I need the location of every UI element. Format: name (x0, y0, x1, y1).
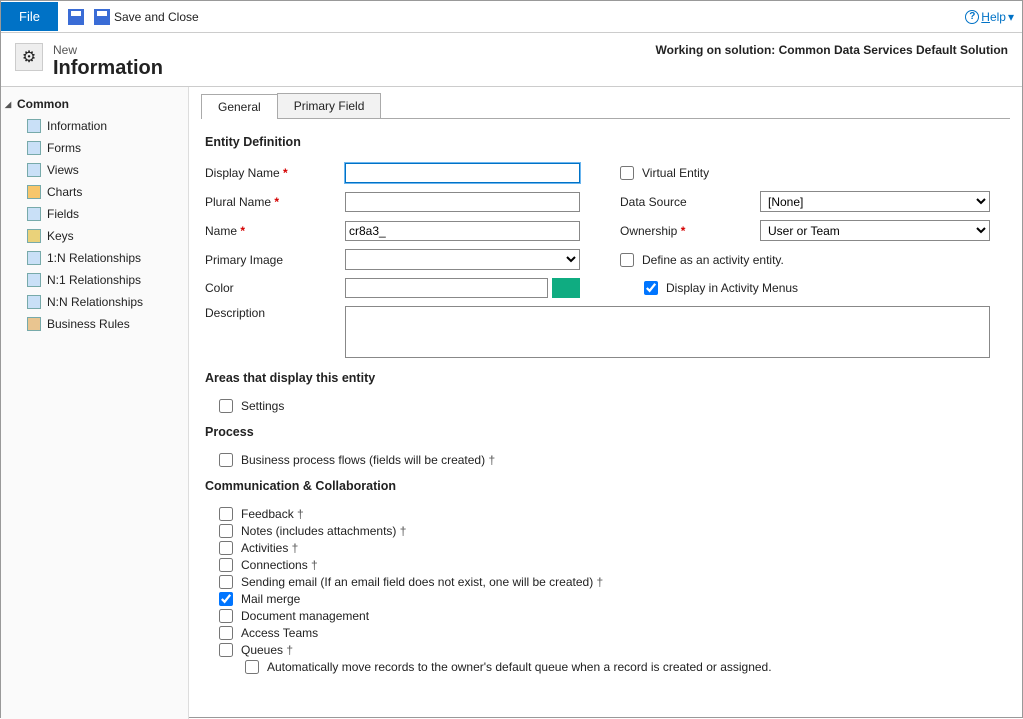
help-label: Help (981, 10, 1006, 24)
label-data-source: Data Source (620, 195, 760, 209)
content-scroll[interactable]: Entity Definition Display Name Virtual E… (189, 119, 1022, 719)
tab-general[interactable]: General (201, 94, 278, 119)
section-communication: Communication & Collaboration (205, 479, 1002, 493)
label-ownership: Ownership (620, 224, 760, 238)
section-areas: Areas that display this entity (205, 371, 1002, 385)
display-activity-menus-label: Display in Activity Menus (666, 281, 798, 295)
data-source-select[interactable]: [None] (760, 191, 990, 212)
save-close-label: Save and Close (114, 10, 199, 24)
connections-label: Connections (241, 558, 318, 572)
sidebar-item-forms[interactable]: Forms (1, 137, 188, 159)
section-entity-definition: Entity Definition (205, 135, 1002, 149)
charts-icon (27, 185, 41, 199)
label-primary-image: Primary Image (205, 253, 345, 267)
sidebar-item-keys[interactable]: Keys (1, 225, 188, 247)
access-teams-label: Access Teams (241, 626, 318, 640)
notes-label: Notes (includes attachments) (241, 524, 406, 538)
sidebar-item-nn-relationships[interactable]: N:N Relationships (1, 291, 188, 313)
file-menu[interactable]: File (1, 2, 58, 31)
color-input[interactable] (345, 278, 548, 298)
display-name-input[interactable] (345, 163, 580, 183)
queues-checkbox[interactable] (219, 643, 233, 657)
mail-merge-checkbox[interactable] (219, 592, 233, 606)
define-activity-checkbox[interactable] (620, 253, 634, 267)
settings-checkbox[interactable] (219, 399, 233, 413)
sidebar-item-views[interactable]: Views (1, 159, 188, 181)
bpf-checkbox[interactable] (219, 453, 233, 467)
feedback-checkbox[interactable] (219, 507, 233, 521)
page-title: Information (53, 57, 163, 80)
views-icon (27, 163, 41, 177)
access-teams-checkbox[interactable] (219, 626, 233, 640)
sidebar-item-1n-relationships[interactable]: 1:N Relationships (1, 247, 188, 269)
sending-email-label: Sending email (If an email field does no… (241, 575, 603, 589)
define-activity-label: Define as an activity entity. (642, 253, 784, 267)
label-description: Description (205, 306, 345, 320)
label-plural-name: Plural Name (205, 195, 345, 209)
save-button[interactable] (68, 9, 84, 25)
name-input[interactable] (345, 221, 580, 241)
tab-primary-field[interactable]: Primary Field (277, 93, 382, 118)
save-close-icon (94, 9, 110, 25)
sidebar-item-business-rules[interactable]: Business Rules (1, 313, 188, 335)
sidebar-item-information[interactable]: Information (1, 115, 188, 137)
description-textarea[interactable] (345, 306, 990, 358)
rel-1n-icon (27, 251, 41, 265)
forms-icon (27, 141, 41, 155)
label-name: Name (205, 224, 345, 238)
help-link[interactable]: ? Help ▾ (965, 10, 1014, 24)
fields-icon (27, 207, 41, 221)
sidebar-item-fields[interactable]: Fields (1, 203, 188, 225)
display-activity-menus-checkbox[interactable] (644, 281, 658, 295)
plural-name-input[interactable] (345, 192, 580, 212)
rel-n1-icon (27, 273, 41, 287)
activities-label: Activities (241, 541, 298, 555)
sidebar-item-charts[interactable]: Charts (1, 181, 188, 203)
color-swatch[interactable] (552, 278, 580, 298)
info-icon (27, 119, 41, 133)
entity-icon: ⚙ (15, 43, 43, 71)
section-process: Process (205, 425, 1002, 439)
virtual-entity-checkbox[interactable] (620, 166, 634, 180)
activities-checkbox[interactable] (219, 541, 233, 555)
keys-icon (27, 229, 41, 243)
label-display-name: Display Name (205, 166, 345, 180)
help-icon: ? (965, 10, 979, 24)
header-subtitle: New (53, 43, 163, 57)
solution-context: Working on solution: Common Data Service… (656, 43, 1008, 57)
rules-icon (27, 317, 41, 331)
feedback-label: Feedback (241, 507, 304, 521)
auto-queue-label: Automatically move records to the owner'… (267, 660, 772, 674)
settings-label: Settings (241, 399, 284, 413)
save-icon (68, 9, 84, 25)
primary-image-select[interactable] (345, 249, 580, 270)
save-and-close-button[interactable]: Save and Close (94, 9, 199, 25)
notes-checkbox[interactable] (219, 524, 233, 538)
mail-merge-label: Mail merge (241, 592, 300, 606)
virtual-entity-label: Virtual Entity (642, 166, 709, 180)
auto-queue-checkbox[interactable] (245, 660, 259, 674)
ownership-select[interactable]: User or Team (760, 220, 990, 241)
label-color: Color (205, 281, 345, 295)
sidebar-group-common[interactable]: Common (1, 93, 188, 115)
bpf-label: Business process flows (fields will be c… (241, 453, 495, 467)
sending-email-checkbox[interactable] (219, 575, 233, 589)
chevron-down-icon: ▾ (1008, 10, 1014, 24)
sidebar-item-n1-relationships[interactable]: N:1 Relationships (1, 269, 188, 291)
document-management-checkbox[interactable] (219, 609, 233, 623)
rel-nn-icon (27, 295, 41, 309)
sidebar: Common Information Forms Views Charts Fi… (1, 87, 189, 719)
connections-checkbox[interactable] (219, 558, 233, 572)
document-management-label: Document management (241, 609, 369, 623)
queues-label: Queues (241, 643, 293, 657)
